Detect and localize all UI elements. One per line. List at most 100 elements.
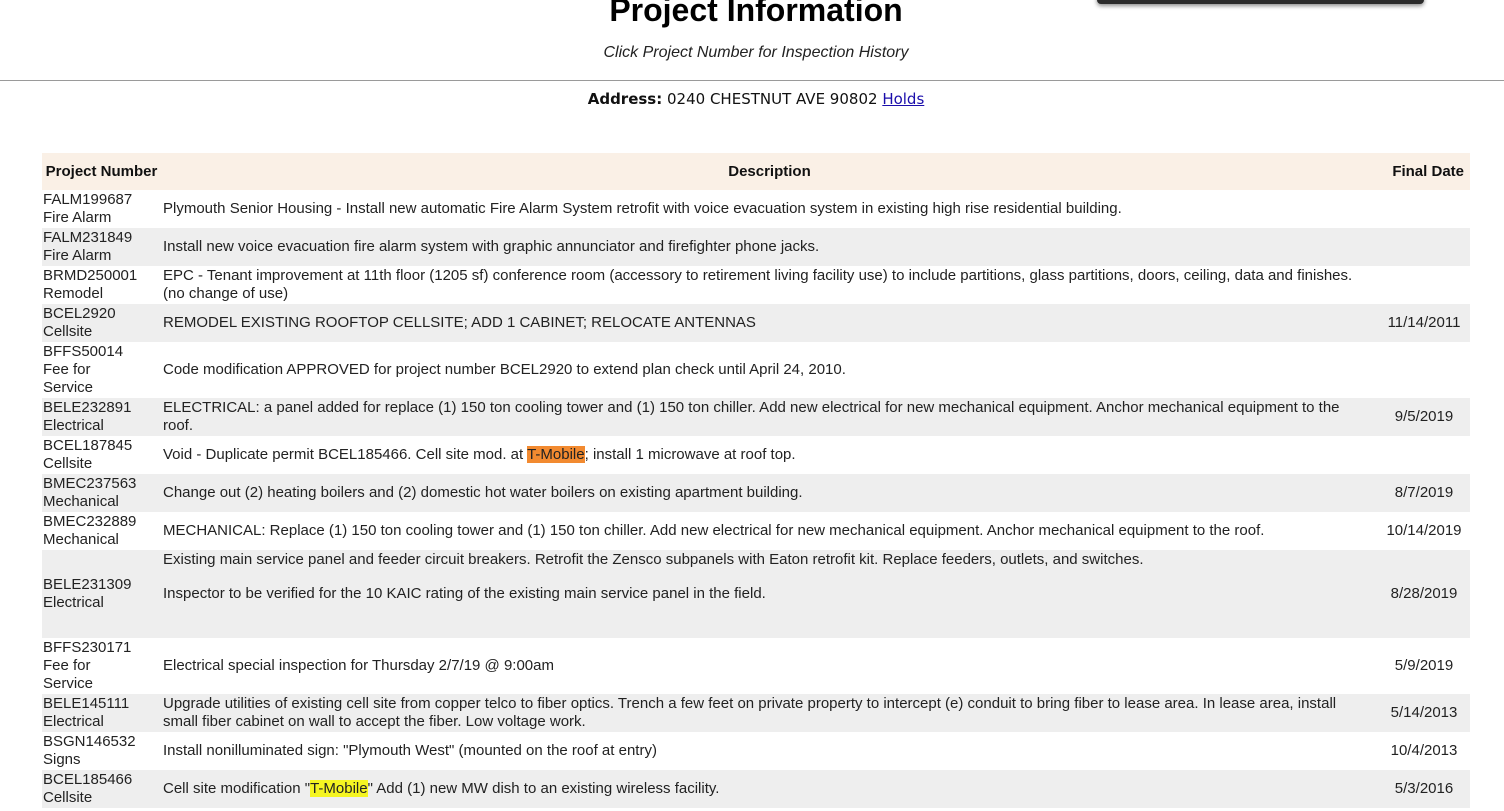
- final-date-cell: 5/3/2016: [1378, 770, 1470, 808]
- table-row: BCEL2920 Cellsite REMODEL EXISTING ROOFT…: [42, 304, 1470, 342]
- final-date-cell: 11/14/2011: [1378, 304, 1470, 342]
- description-cell: Code modification APPROVED for project n…: [163, 361, 846, 378]
- table-row: BFFS50014 Fee for Service Code modificat…: [42, 342, 1470, 398]
- description-text: Cell site modification ": [163, 780, 311, 797]
- project-id[interactable]: FALM199687: [43, 191, 161, 209]
- project-number-cell[interactable]: FALM231849 Fire Alarm: [42, 228, 161, 266]
- project-type: Electrical: [43, 594, 104, 611]
- divider: [0, 80, 1504, 81]
- project-number-cell[interactable]: BMEC237563 Mechanical: [42, 474, 161, 512]
- description-text: Inspector to be verified for the 10 KAIC…: [163, 585, 766, 602]
- table-row: BELE145111 Electrical Upgrade utilities …: [42, 694, 1470, 732]
- table-row: BCEL187845 Cellsite Void - Duplicate per…: [42, 436, 1470, 474]
- description-cell: Cell site modification "T-Mobile" Add (1…: [161, 770, 1378, 808]
- table-row: BCEL185466 Cellsite Cell site modificati…: [42, 770, 1470, 808]
- table-row: BELE231309 Electrical Existing main serv…: [42, 550, 1470, 638]
- project-type: Remodel: [43, 285, 104, 302]
- address-label: Address:: [587, 90, 663, 108]
- address-value: 0240 CHESTNUT AVE 90802: [667, 90, 878, 108]
- description-text: Void - Duplicate permit BCEL185466. Cell…: [163, 446, 528, 463]
- table-row: BRMD250001 Remodel EPC - Tenant improvem…: [42, 266, 1470, 304]
- overlay-popup-edge: [1097, 0, 1424, 4]
- project-id[interactable]: BSGN146532: [43, 733, 161, 751]
- search-highlight: T-Mobile: [527, 446, 585, 463]
- project-table: Project Number Description Final Date FA…: [42, 153, 1470, 808]
- description-text: " Add (1) new MW dish to an existing wir…: [367, 780, 720, 797]
- description-cell: Electrical special inspection for Thursd…: [163, 657, 554, 674]
- project-id[interactable]: FALM231849: [43, 229, 161, 247]
- final-date-cell: [1378, 190, 1470, 228]
- page-title: Project Information: [609, 0, 903, 28]
- table-row: BELE232891 Electrical ELECTRICAL: a pane…: [42, 398, 1470, 436]
- project-number-cell[interactable]: BFFS50014 Fee for Service: [42, 342, 161, 398]
- project-type: Fire Alarm: [43, 247, 112, 264]
- table-row: BSGN146532 Signs Install nonilluminated …: [42, 732, 1470, 770]
- header-description: Description: [161, 153, 1378, 190]
- project-number-cell[interactable]: BCEL187845 Cellsite: [42, 436, 161, 474]
- project-type: Electrical: [43, 713, 104, 730]
- project-type: Electrical: [43, 417, 104, 434]
- holds-link[interactable]: Holds: [882, 90, 924, 108]
- table-row: FALM199687 Fire Alarm Plymouth Senior Ho…: [42, 190, 1470, 228]
- project-id[interactable]: BELE232891: [43, 399, 161, 417]
- project-id[interactable]: BELE145111: [43, 695, 161, 713]
- project-id[interactable]: BMEC237563: [43, 475, 161, 493]
- project-id[interactable]: BCEL185466: [43, 771, 161, 789]
- description-text: Existing main service panel and feeder c…: [163, 551, 1144, 568]
- project-type: Cellsite: [43, 455, 93, 472]
- project-id[interactable]: BMEC232889: [43, 513, 161, 531]
- description-cell: Change out (2) heating boilers and (2) d…: [161, 474, 1378, 512]
- project-id[interactable]: BFFS230171: [43, 639, 161, 657]
- project-type: Mechanical: [43, 531, 119, 548]
- final-date-cell: 10/4/2013: [1390, 742, 1458, 759]
- description-cell: Install new voice evacuation fire alarm …: [161, 228, 1378, 266]
- project-type: Cellsite: [43, 789, 93, 806]
- table-row: BMEC237563 Mechanical Change out (2) hea…: [42, 474, 1470, 512]
- project-number-cell[interactable]: BELE232891 Electrical: [42, 398, 161, 436]
- project-type: Signs: [43, 751, 81, 768]
- project-number-cell[interactable]: FALM199687 Fire Alarm: [42, 190, 161, 228]
- project-number-cell[interactable]: BCEL185466 Cellsite: [42, 770, 161, 808]
- project-number-cell[interactable]: BRMD250001 Remodel: [42, 266, 161, 304]
- final-date-cell: 9/5/2019: [1378, 398, 1470, 436]
- page-subtitle: Click Project Number for Inspection Hist…: [603, 44, 909, 61]
- table-row: BFFS230171 Fee for Service Electrical sp…: [42, 638, 1470, 694]
- project-id[interactable]: BRMD250001: [43, 267, 161, 285]
- project-number-cell[interactable]: BSGN146532 Signs: [42, 732, 161, 770]
- address-line: Address: 0240 CHESTNUT AVE 90802 Holds: [0, 90, 1504, 108]
- final-date-cell: [1378, 266, 1470, 304]
- description-cell: MECHANICAL: Replace (1) 150 ton cooling …: [163, 522, 1265, 539]
- project-id[interactable]: BELE231309: [43, 576, 161, 594]
- project-type: Fee for Service: [43, 657, 94, 692]
- description-cell: Plymouth Senior Housing - Install new au…: [163, 200, 1122, 217]
- description-cell: ELECTRICAL: a panel added for replace (1…: [161, 398, 1378, 436]
- project-type: Fee for Service: [43, 361, 94, 396]
- description-text: ; install 1 microwave at roof top.: [584, 446, 796, 463]
- final-date-cell: 8/28/2019: [1378, 550, 1470, 638]
- project-id[interactable]: BCEL2920: [43, 305, 161, 323]
- header-project-number: Project Number: [42, 153, 161, 190]
- description-cell: Void - Duplicate permit BCEL185466. Cell…: [161, 436, 1378, 474]
- project-number-cell[interactable]: BFFS230171 Fee for Service: [42, 638, 161, 694]
- table-row: BMEC232889 Mechanical MECHANICAL: Replac…: [42, 512, 1470, 550]
- project-type: Fire Alarm: [43, 209, 112, 226]
- project-type: Mechanical: [43, 493, 119, 510]
- final-date-cell: [1378, 342, 1470, 398]
- project-number-cell[interactable]: BCEL2920 Cellsite: [42, 304, 161, 342]
- final-date-cell: 10/14/2019: [1386, 522, 1462, 539]
- final-date-cell: 8/7/2019: [1378, 474, 1470, 512]
- description-cell: Existing main service panel and feeder c…: [161, 550, 1378, 638]
- project-id[interactable]: BFFS50014: [43, 343, 161, 361]
- final-date-cell: 5/9/2019: [1394, 657, 1454, 674]
- project-id[interactable]: BCEL187845: [43, 437, 161, 455]
- project-number-cell[interactable]: BELE231309 Electrical: [42, 550, 161, 638]
- project-number-cell[interactable]: BMEC232889 Mechanical: [42, 512, 161, 550]
- final-date-cell: [1378, 228, 1470, 266]
- final-date-cell: 5/14/2013: [1378, 694, 1470, 732]
- table-row: FALM231849 Fire Alarm Install new voice …: [42, 228, 1470, 266]
- project-type: Cellsite: [43, 323, 93, 340]
- table-header-row: Project Number Description Final Date: [42, 153, 1470, 190]
- description-cell: Install nonilluminated sign: "Plymouth W…: [163, 742, 657, 759]
- description-cell: EPC - Tenant improvement at 11th floor (…: [163, 267, 1353, 302]
- project-number-cell[interactable]: BELE145111 Electrical: [42, 694, 161, 732]
